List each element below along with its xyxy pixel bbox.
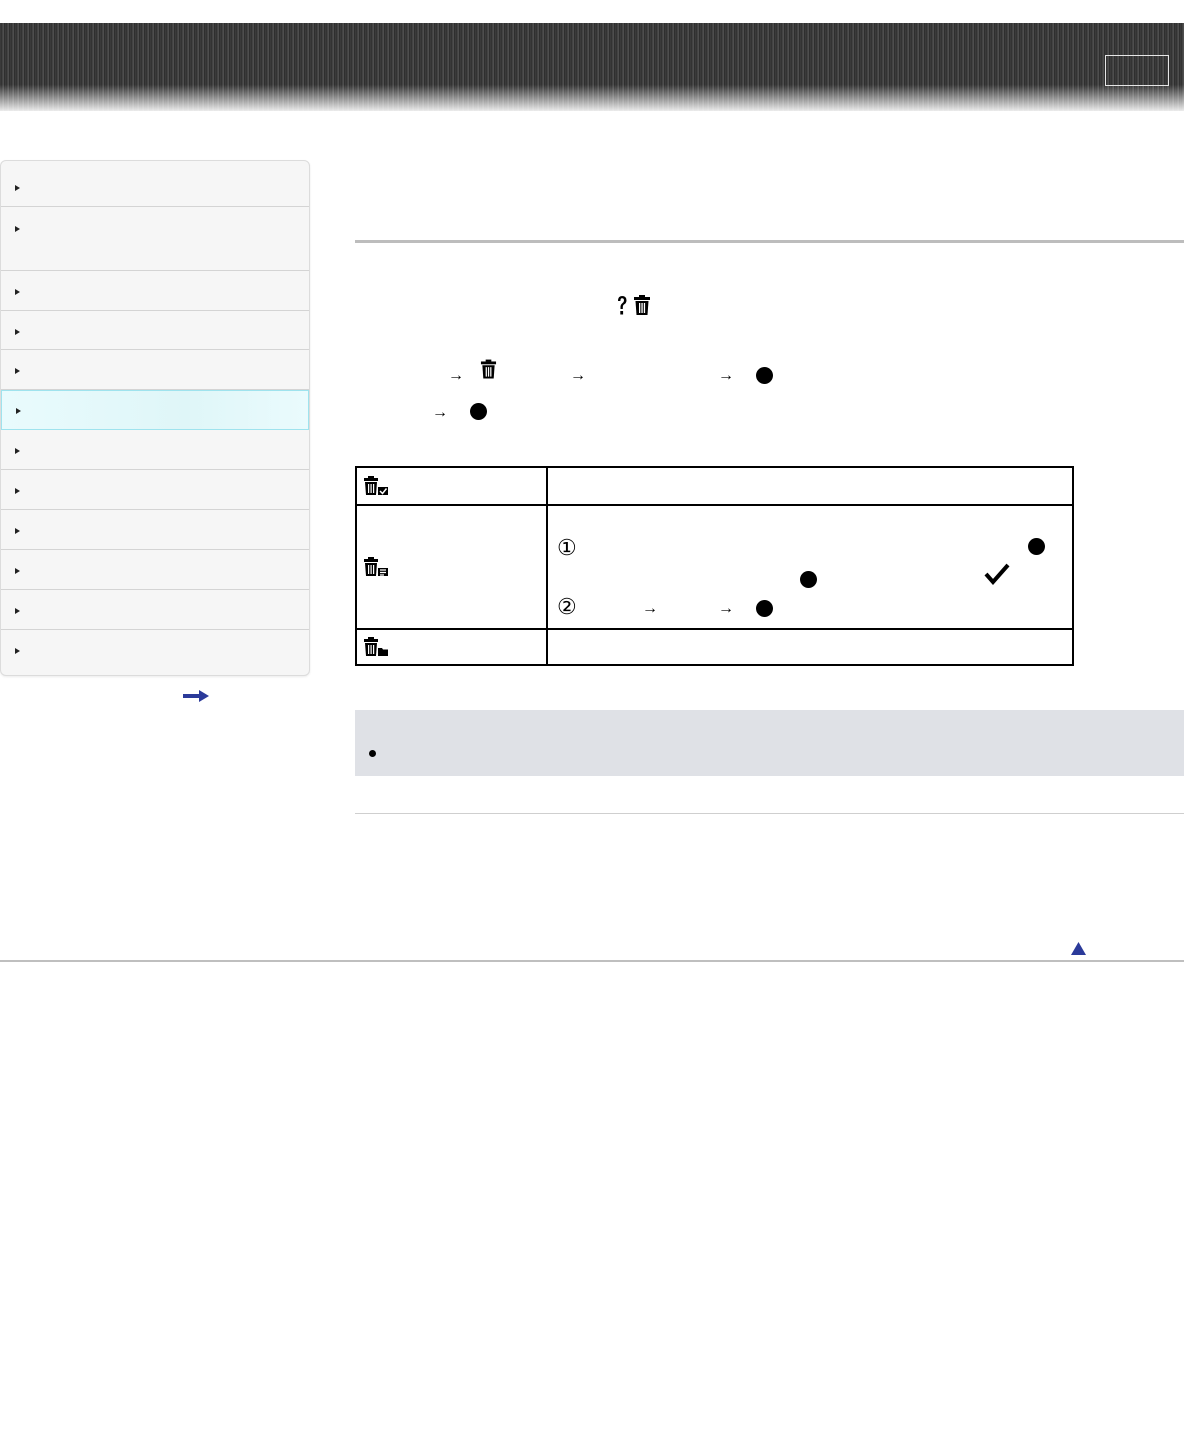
caret-right-icon [15,226,20,232]
caret-right-icon [16,408,21,414]
arrow-right-icon: → [570,367,586,384]
note-box [355,710,1184,776]
footer-divider [0,960,1184,962]
filled-circle-icon [800,571,817,588]
caret-right-icon [15,528,20,534]
content-divider [355,813,1184,814]
caret-right-icon [15,329,20,335]
sidebar-item-11[interactable] [1,590,309,630]
header-banner [0,23,1184,111]
step-marker-1: ① [557,535,577,560]
sidebar-nav [0,160,310,676]
up-triangle-icon[interactable] [1071,942,1086,955]
check-icon [984,563,1010,585]
help-icon [618,296,627,315]
arrow-right-icon: → [718,367,734,384]
sidebar-item-4[interactable] [1,311,309,350]
table-row [355,628,1074,666]
filled-circle-icon [1028,538,1045,555]
filled-circle-icon [470,403,487,420]
options-table: ① ② → → [355,466,1074,666]
table-cell-icon [355,466,548,506]
delete-folder-icon [364,637,388,656]
sidebar-item-2[interactable] [1,207,309,271]
trash-icon [480,359,497,379]
step-marker-2: ② [557,594,577,619]
caret-right-icon [15,488,20,494]
delete-all-icon [364,476,388,495]
sidebar-item-12[interactable] [1,630,309,675]
table-row [355,466,1074,506]
table-row: ① ② → → [355,504,1074,630]
sidebar-item-10[interactable] [1,550,309,590]
sidebar-item-7[interactable] [1,430,309,470]
caret-right-icon [15,289,20,295]
caret-right-icon [15,568,20,574]
caret-right-icon [15,648,20,654]
filled-circle-icon [756,367,773,384]
title-divider [355,240,1184,243]
sidebar-item-3[interactable] [1,271,309,311]
arrow-right-icon: → [642,600,658,617]
right-arrow-icon[interactable] [183,690,209,702]
trash-icon [634,295,650,315]
bullet-icon [369,750,376,757]
arrow-right-icon: → [432,404,448,421]
table-cell-icon [355,628,548,666]
caret-right-icon [15,448,20,454]
table-cell-steps: ① ② → → [546,504,1074,630]
caret-right-icon [15,368,20,374]
table-cell-text [546,628,1074,666]
arrow-right-icon: → [718,600,734,617]
arrow-right-icon: → [448,367,464,384]
delete-multiple-icon [364,557,388,576]
table-cell-text [546,466,1074,506]
caret-right-icon [15,608,20,614]
sidebar-item-9[interactable] [1,510,309,550]
sidebar-item-1[interactable] [1,161,309,207]
header-button[interactable] [1105,55,1169,86]
table-cell-icon [355,504,548,630]
caret-right-icon [15,185,20,191]
sidebar-item-5[interactable] [1,350,309,390]
sidebar-item-8[interactable] [1,470,309,510]
sidebar-item-6-active[interactable] [1,390,309,430]
filled-circle-icon [756,600,773,617]
